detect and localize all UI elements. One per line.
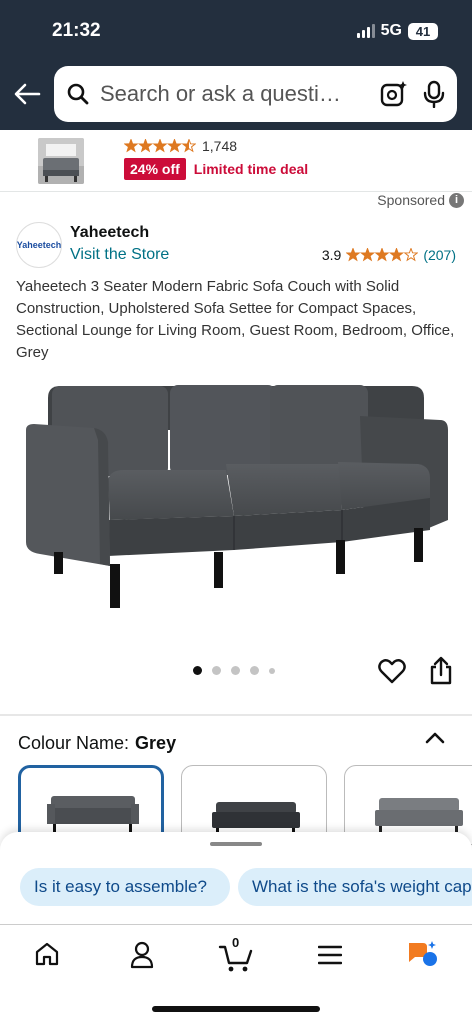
star-fill (153, 139, 167, 152)
ad-product-thumbnail[interactable] (38, 138, 84, 184)
home-icon[interactable] (34, 941, 60, 967)
heart-icon[interactable] (378, 658, 406, 684)
cart-count: 0 (232, 935, 240, 950)
rufus-icon[interactable] (406, 939, 440, 971)
suggestion-chip[interactable]: Is it easy to assemble? (20, 868, 230, 906)
ad-rating-count: 1,748 (202, 138, 238, 154)
rating-value: 3.9 (321, 247, 342, 263)
star-fill (168, 139, 181, 152)
carousel-dot[interactable] (212, 666, 221, 675)
network-type: 5G (380, 22, 402, 39)
sheet-drag-handle[interactable] (210, 842, 262, 846)
rating-count-link[interactable]: (207) (423, 247, 456, 263)
search-icon (67, 83, 89, 105)
search-input[interactable]: Search or ask a questi… (100, 81, 371, 107)
account-icon[interactable] (130, 941, 154, 969)
battery-level: 41 (408, 22, 438, 40)
status-time: 21:32 (52, 20, 101, 41)
star-fill (124, 139, 138, 152)
chevron-up-icon[interactable] (422, 730, 448, 746)
mic-icon[interactable] (423, 80, 445, 108)
colour-selector-label: Colour Name: Grey (18, 733, 176, 754)
info-icon[interactable]: i (449, 192, 464, 208)
search-bar[interactable]: Search or ask a questi… (54, 66, 457, 122)
ad-star-rating (124, 139, 196, 153)
cart-button[interactable]: 0 (218, 935, 254, 973)
deal-row: 24% off Limited time deal (124, 158, 308, 180)
sponsored-text: Sponsored (377, 192, 445, 208)
section-divider (0, 714, 472, 716)
signal-icon (356, 24, 375, 38)
sponsored-ad-banner[interactable]: 1,748 24% off Limited time deal (0, 130, 472, 192)
colour-label: Colour Name: (18, 733, 130, 753)
product-title: Yaheetech 3 Seater Modern Fabric Sofa Co… (16, 278, 455, 361)
discount-badge: 24% off (124, 158, 186, 180)
colour-value: Grey (135, 733, 177, 753)
carousel-dot[interactable] (269, 667, 275, 674)
rufus-suggestion-sheet[interactable]: Is it easy to assemble? What is the sofa… (0, 832, 472, 928)
brand-logo-text: Yaheetech (16, 240, 62, 250)
star-fill (376, 248, 389, 261)
product-star-rating (346, 248, 419, 262)
home-indicator (152, 1006, 320, 1012)
star-fill (347, 248, 360, 261)
star-fill (390, 248, 403, 261)
sponsored-label[interactable]: Sponsored i (377, 192, 464, 208)
product-image[interactable] (20, 370, 452, 620)
carousel-dot[interactable] (250, 666, 259, 675)
menu-icon[interactable] (318, 945, 342, 965)
suggestion-chip[interactable]: What is the sofa's weight capacity? (238, 868, 472, 906)
share-icon[interactable] (428, 656, 454, 686)
status-indicators: 5G 41 (356, 22, 438, 40)
star-fill (139, 139, 152, 152)
camera-lens-icon[interactable] (379, 79, 409, 109)
brand-name: Yaheetech (70, 224, 150, 241)
carousel-dot[interactable] (193, 666, 202, 675)
brand-logo[interactable]: Yaheetech (16, 222, 62, 268)
carousel-dot[interactable] (231, 666, 240, 675)
star-fill (361, 248, 374, 261)
deal-label: Limited time deal (193, 161, 309, 177)
image-carousel-dots[interactable] (193, 666, 275, 675)
star-outline (403, 248, 419, 262)
product-rating[interactable]: 3.9 (207) (322, 247, 456, 263)
back-arrow-icon[interactable] (12, 80, 42, 108)
visit-store-link[interactable]: Visit the Store (70, 246, 169, 264)
app-header: 21:32 5G 41 Search or ask a questi… (0, 0, 472, 130)
